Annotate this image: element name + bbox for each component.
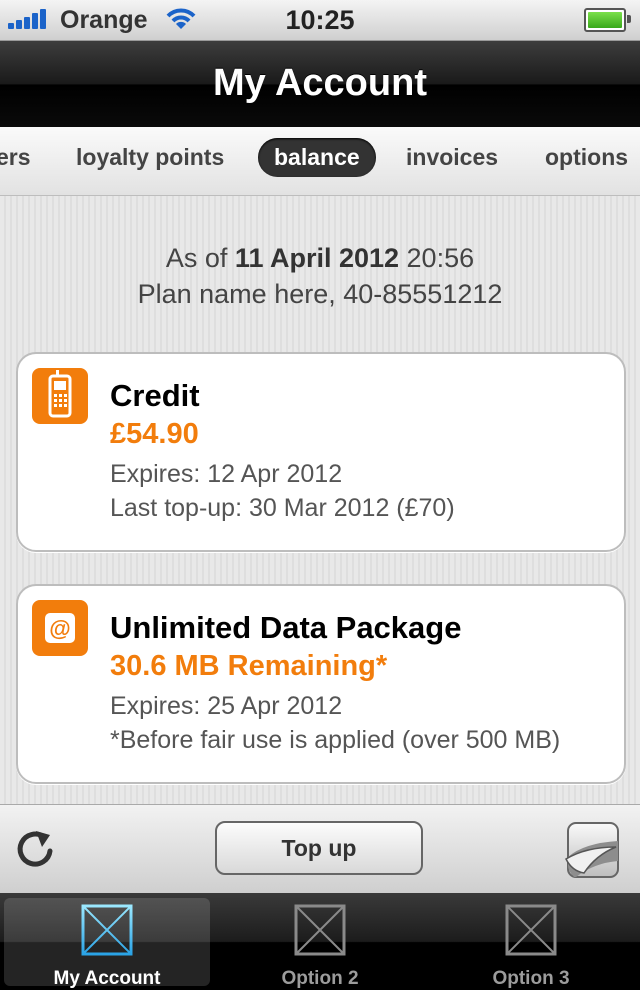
credit-amount: £54.90 (110, 418, 199, 450)
status-bar: Orange 10:25 (0, 0, 640, 41)
tab-option-3[interactable]: Option 3 (428, 898, 634, 989)
as-of-date: 11 April 2012 (234, 243, 400, 273)
refresh-icon[interactable] (14, 827, 58, 871)
data-expiry: Expires: 25 Apr 2012 (110, 692, 343, 720)
placeholder-icon (505, 904, 557, 956)
tab-label: Option 2 (281, 968, 359, 989)
tab-label: Option 3 (492, 968, 570, 989)
tab-members[interactable]: ers (0, 144, 31, 171)
tab-label: My Account (53, 968, 161, 989)
data-remaining: 30.6 MB Remaining* (110, 650, 388, 682)
bottom-toolbar: Top up (0, 804, 640, 894)
tab-option-2[interactable]: Option 2 (217, 898, 423, 989)
data-package-title: Unlimited Data Package (110, 610, 462, 645)
placeholder-icon (294, 904, 346, 956)
tab-my-account[interactable]: My Account (4, 898, 210, 989)
tab-options[interactable]: options (545, 144, 628, 171)
fair-use-note: *Before fair use is applied (over 500 MB… (110, 726, 561, 754)
as-of-line: As of 11 April 2012 20:56 (165, 243, 475, 273)
tab-invoices[interactable]: invoices (406, 144, 498, 171)
tab-balance[interactable]: balance (258, 138, 376, 177)
balance-summary: As of 11 April 2012 20:56 Plan name here… (0, 240, 640, 312)
balance-content: As of 11 April 2012 20:56 Plan name here… (0, 196, 640, 804)
battery-icon (584, 8, 631, 32)
at-sign-icon: @ (32, 600, 88, 656)
credit-expiry: Expires: 12 Apr 2012 (110, 460, 343, 488)
plan-line: Plan name here, 40-85551212 (137, 279, 503, 309)
credit-last-topup: Last top-up: 30 Mar 2012 (£70) (110, 494, 455, 522)
credit-card[interactable]: Credit £54.90 Expires: 12 Apr 2012 Last … (16, 352, 626, 552)
credit-title: Credit (110, 378, 200, 413)
data-package-card[interactable]: @ Unlimited Data Package 30.6 MB Remaini… (16, 584, 626, 784)
svg-text:@: @ (49, 616, 70, 641)
status-time: 10:25 (285, 5, 355, 35)
tab-loyalty-points[interactable]: loyalty points (76, 144, 224, 171)
navigation-bar: My Account (0, 41, 640, 127)
placeholder-icon (81, 904, 133, 956)
phone-icon (32, 368, 88, 424)
top-up-button[interactable]: Top up (215, 821, 423, 875)
segment-tabs: ers loyalty points balance invoices opti… (0, 127, 640, 196)
tab-bar: My Account Option 2 Option 3 (0, 893, 640, 990)
page-title: My Account (213, 62, 427, 104)
page-curl-icon[interactable] (564, 821, 620, 879)
